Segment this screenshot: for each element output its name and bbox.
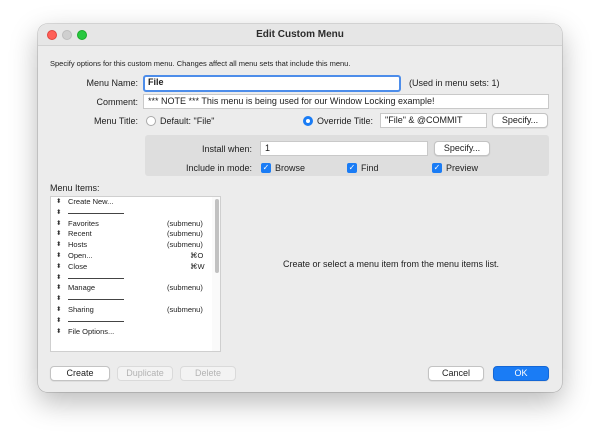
menu-item-separator-row[interactable]: ⬍ (51, 294, 220, 305)
menu-item-empty-hint: Create or select a menu item from the me… (282, 259, 500, 269)
menu-item-separator-row[interactable]: ⬍ (51, 273, 220, 284)
window-title: Edit Custom Menu (256, 29, 344, 40)
find-checkbox[interactable]: ✓ (347, 163, 357, 173)
menu-item-type: (submenu) (167, 229, 203, 239)
menu-items-list[interactable]: ⬍ Create New... ⬍ ⬍ Favorites (submenu) ⬍ Recen… (50, 196, 221, 352)
create-button[interactable]: Create (50, 366, 110, 381)
menu-item-name: Open... (68, 250, 93, 260)
updown-arrows-icon[interactable]: ⬍ (56, 208, 61, 219)
default-title-radio[interactable] (146, 116, 156, 126)
edit-custom-menu-window: Edit Custom Menu Specify options for thi… (38, 24, 562, 392)
updown-arrows-icon[interactable]: ⬍ (56, 240, 61, 251)
menu-item-shortcut: ⌘W (190, 261, 205, 271)
menu-item-type: (submenu) (167, 240, 203, 250)
duplicate-button[interactable]: Duplicate (117, 366, 173, 381)
menu-item-type: (submenu) (167, 283, 203, 293)
menu-item-row[interactable]: ⬍ Create New... (51, 197, 220, 208)
checkmark-icon: ✓ (433, 163, 441, 172)
list-scrollbar[interactable] (212, 197, 220, 351)
menu-item-row[interactable]: ⬍ Sharing (submenu) (51, 305, 220, 316)
updown-arrows-icon[interactable]: ⬍ (56, 229, 61, 240)
menu-item-row[interactable]: ⬍ Recent (submenu) (51, 229, 220, 240)
updown-arrows-icon[interactable]: ⬍ (56, 294, 61, 305)
checkmark-icon: ✓ (262, 163, 270, 172)
menu-item-name: Recent (68, 229, 92, 239)
menu-item-type: (submenu) (167, 218, 203, 228)
separator-line (68, 277, 124, 279)
browse-checkbox[interactable]: ✓ (261, 163, 271, 173)
menu-item-shortcut: ⌘O (190, 250, 204, 260)
menu-item-row[interactable]: ⬍ Open... ⌘O (51, 251, 220, 262)
preview-label: Preview (446, 163, 479, 173)
menu-item-name: File Options... (68, 326, 115, 336)
delete-button[interactable]: Delete (180, 366, 236, 381)
list-scroll-thumb[interactable] (215, 199, 219, 273)
menu-name-label: Menu Name: (86, 78, 138, 88)
menu-items-label: Menu Items: (50, 183, 100, 193)
updown-arrows-icon[interactable]: ⬍ (56, 316, 61, 327)
default-title-label: Default: "File" (160, 116, 215, 126)
used-in-menu-sets: (Used in menu sets: 1) (409, 78, 500, 88)
install-when-label: Install when: (201, 144, 252, 154)
updown-arrows-icon[interactable]: ⬍ (56, 197, 61, 208)
cancel-button[interactable]: Cancel (428, 366, 484, 381)
updown-arrows-icon[interactable]: ⬍ (56, 251, 61, 262)
separator-line (68, 299, 124, 301)
override-title-label: Override Title: (317, 116, 374, 126)
menu-item-separator-row[interactable]: ⬍ (51, 208, 220, 219)
updown-arrows-icon[interactable]: ⬍ (56, 327, 61, 338)
separator-line (68, 320, 124, 322)
menu-item-name: Close (68, 261, 88, 271)
install-specify-button[interactable]: Specify... (434, 141, 490, 156)
menu-item-row[interactable]: ⬍ File Options... (51, 327, 220, 338)
intro-text: Specify options for this custom menu. Ch… (50, 59, 351, 68)
browse-label: Browse (275, 163, 306, 173)
find-label: Find (361, 163, 379, 173)
comment-input[interactable]: *** NOTE *** This menu is being used for… (143, 94, 549, 109)
menu-item-name: Favorites (68, 218, 99, 228)
updown-arrows-icon[interactable]: ⬍ (56, 219, 61, 230)
menu-item-name: Create New... (68, 197, 114, 206)
menu-item-row[interactable]: ⬍ Favorites (submenu) (51, 219, 220, 230)
preview-checkbox[interactable]: ✓ (432, 163, 442, 173)
comment-label: Comment: (96, 97, 138, 107)
menu-item-row[interactable]: ⬍ Manage (submenu) (51, 283, 220, 294)
menu-item-name: Sharing (68, 304, 94, 314)
menu-name-input[interactable]: File (143, 75, 401, 92)
updown-arrows-icon[interactable]: ⬍ (56, 262, 61, 273)
override-title-radio[interactable] (303, 116, 313, 126)
updown-arrows-icon[interactable]: ⬍ (56, 305, 61, 316)
menu-item-row[interactable]: ⬍ Close ⌘W (51, 262, 220, 273)
separator-line (68, 212, 124, 214)
menu-title-label: Menu Title: (93, 116, 138, 126)
include-in-mode-label: Include in mode: (185, 163, 252, 173)
menu-item-name: Hosts (68, 240, 88, 250)
updown-arrows-icon[interactable]: ⬍ (56, 273, 61, 284)
menu-item-row[interactable]: ⬍ Hosts (submenu) (51, 240, 220, 251)
override-title-input[interactable]: "File" & @COMMIT (380, 113, 487, 128)
ok-button[interactable]: OK (493, 366, 549, 381)
updown-arrows-icon[interactable]: ⬍ (56, 283, 61, 294)
title-specify-button[interactable]: Specify... (492, 113, 548, 128)
title-bar[interactable]: Edit Custom Menu (38, 24, 562, 46)
menu-item-separator-row[interactable]: ⬍ (51, 316, 220, 327)
checkmark-icon: ✓ (348, 163, 356, 172)
menu-item-name: Manage (68, 283, 96, 293)
menu-item-type: (submenu) (167, 304, 203, 314)
install-when-input[interactable]: 1 (260, 141, 428, 156)
